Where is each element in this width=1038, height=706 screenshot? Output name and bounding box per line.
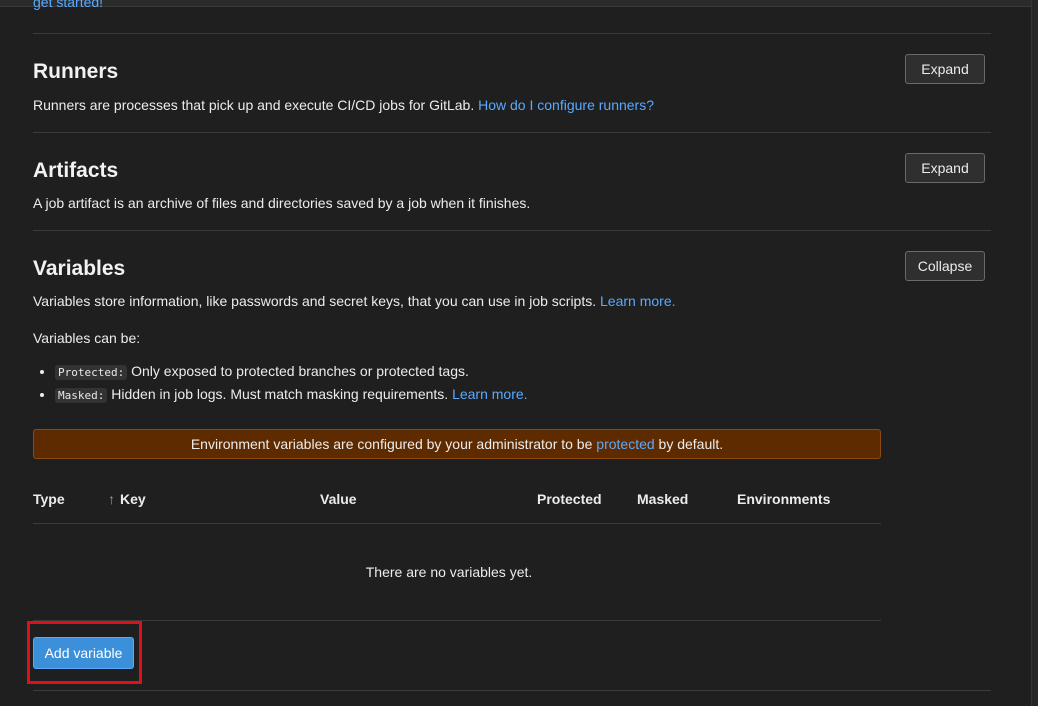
divider xyxy=(33,132,991,133)
runners-title: Runners xyxy=(33,60,119,83)
variables-table-header: Type ↑ Key Value Protected Masked Environ… xyxy=(33,491,881,511)
column-type: Type xyxy=(33,491,65,507)
artifacts-description: A job artifact is an archive of files an… xyxy=(33,195,531,211)
protected-link[interactable]: protected xyxy=(596,436,654,452)
runners-description-text: Runners are processes that pick up and e… xyxy=(33,97,475,113)
empty-state-text: There are no variables yet. xyxy=(365,564,533,580)
protected-code: Protected: xyxy=(55,365,128,380)
protected-variables-alert: Environment variables are configured by … xyxy=(33,429,881,459)
arrow-up-icon: ↑ xyxy=(108,491,115,507)
masked-description: Hidden in job logs. Must match masking r… xyxy=(111,386,449,402)
alert-text-after: by default. xyxy=(658,436,724,452)
column-value: Value xyxy=(320,491,357,507)
divider xyxy=(33,230,991,231)
variable-types-list: Protected: Only exposed to protected bra… xyxy=(33,363,528,409)
masking-learn-more-link[interactable]: Learn more. xyxy=(452,386,527,402)
column-key-label: Key xyxy=(120,491,146,507)
runners-description: Runners are processes that pick up and e… xyxy=(33,97,654,113)
artifacts-expand-button[interactable]: Expand xyxy=(905,153,985,183)
column-protected: Protected xyxy=(537,491,602,507)
column-key[interactable]: ↑ Key xyxy=(108,491,146,507)
list-item: Protected: Only exposed to protected bra… xyxy=(55,363,528,381)
protected-description: Only exposed to protected branches or pr… xyxy=(131,363,469,379)
divider xyxy=(33,33,991,34)
masked-code: Masked: xyxy=(55,388,108,403)
highlight-box xyxy=(27,621,142,684)
variables-description: Variables store information, like passwo… xyxy=(33,293,676,309)
column-environments: Environments xyxy=(737,491,831,507)
table-divider xyxy=(33,620,881,621)
variables-can-be-label: Variables can be: xyxy=(33,330,141,346)
variables-title: Variables xyxy=(33,257,126,280)
get-started-link[interactable]: get started! xyxy=(33,0,103,10)
column-masked: Masked xyxy=(637,491,689,507)
variables-learn-more-link[interactable]: Learn more. xyxy=(600,293,675,309)
table-divider xyxy=(33,523,881,524)
alert-text-before: Environment variables are configured by … xyxy=(190,436,593,452)
scrollbar-track[interactable] xyxy=(1031,0,1038,706)
divider xyxy=(33,690,991,691)
runners-expand-button[interactable]: Expand xyxy=(905,54,985,84)
variables-collapse-button[interactable]: Collapse xyxy=(905,251,985,281)
settings-page: get started! Runners Expand Runners are … xyxy=(27,0,991,706)
artifacts-title: Artifacts xyxy=(33,159,119,182)
configure-runners-link[interactable]: How do I configure runners? xyxy=(478,97,654,113)
list-item: Masked: Hidden in job logs. Must match m… xyxy=(55,386,528,404)
variables-description-text: Variables store information, like passwo… xyxy=(33,293,597,309)
